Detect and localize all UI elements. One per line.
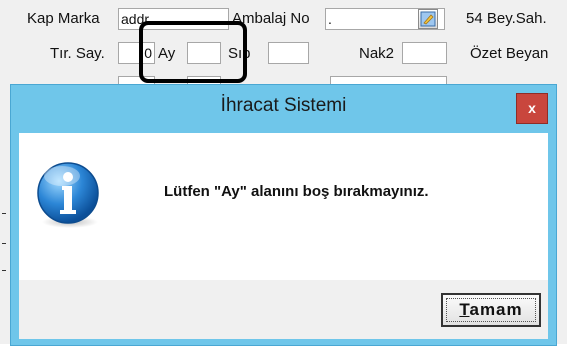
dialog-message: Lütfen "Ay" alanını boş bırakmayınız.	[164, 183, 429, 200]
message-dialog: İhracat Sistemi x Lütfen "Ay" alanını bo…	[10, 84, 557, 346]
ozet-beyan-label: Özet Beyan	[470, 45, 549, 62]
dialog-client-area: Lütfen "Ay" alanını boş bırakmayınız. Ta…	[19, 133, 548, 339]
nak2-label: Nak2	[359, 45, 395, 62]
message-area: Lütfen "Ay" alanını boş bırakmayınız.	[19, 133, 548, 280]
sip-input[interactable]	[268, 42, 309, 64]
focus-rect	[446, 298, 536, 322]
nak2-input[interactable]	[402, 42, 447, 64]
dialog-title-bar[interactable]: İhracat Sistemi x	[11, 85, 556, 133]
left-divider	[2, 270, 6, 271]
dialog-title: İhracat Sistemi	[220, 95, 347, 116]
highlight-annotation	[139, 21, 247, 83]
info-icon	[37, 162, 99, 228]
kap-marka-label: Kap Marka	[27, 10, 100, 27]
bey-sah-label: 54 Bey.Sah.	[466, 10, 547, 27]
close-button[interactable]: x	[516, 93, 548, 124]
close-icon: x	[528, 100, 536, 116]
left-divider	[2, 213, 6, 214]
tir-say-label: Tır. Say.	[50, 45, 105, 62]
left-divider	[2, 243, 6, 244]
edit-icon[interactable]	[418, 9, 438, 29]
ok-button[interactable]: Tamam	[441, 293, 541, 327]
